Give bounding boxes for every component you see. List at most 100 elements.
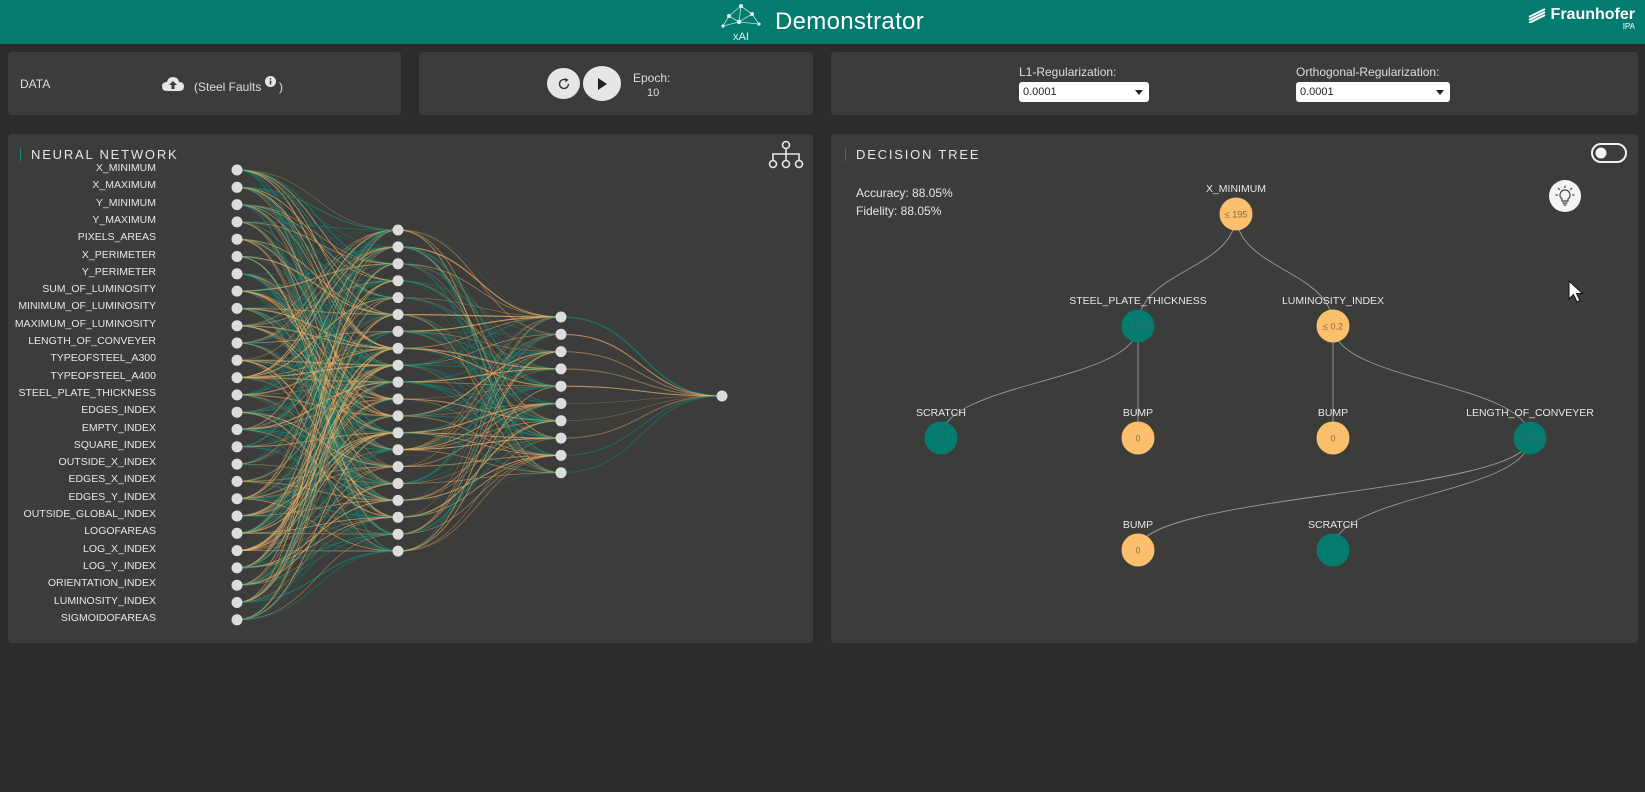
hidden-node[interactable] — [392, 494, 404, 506]
epoch-label: Epoch: — [633, 71, 671, 85]
hidden-node[interactable] — [555, 449, 567, 461]
orthogonal-regularization-select[interactable]: 0.0001 — [1296, 82, 1450, 102]
input-node[interactable] — [231, 441, 243, 453]
input-node[interactable] — [231, 597, 243, 608]
input-node[interactable] — [231, 233, 243, 245]
input-node[interactable] — [231, 337, 243, 349]
tree-node[interactable]: SCRATCH 1 — [916, 407, 966, 455]
tree-node-value: 0 — [1135, 434, 1140, 444]
network-graph — [231, 164, 728, 626]
input-node[interactable] — [231, 199, 243, 211]
hidden-node[interactable] — [392, 359, 404, 371]
hidden-node[interactable] — [392, 376, 404, 388]
hidden-node[interactable] — [392, 427, 404, 439]
hidden-node[interactable] — [392, 461, 404, 473]
input-node[interactable] — [231, 458, 243, 470]
hidden-node[interactable] — [392, 325, 404, 337]
hidden-node[interactable] — [392, 528, 404, 540]
hidden-node[interactable] — [555, 380, 567, 392]
hidden-node[interactable] — [555, 328, 567, 340]
network-edge — [397, 229, 562, 318]
input-node[interactable] — [231, 475, 243, 487]
tree-node-label: SCRATCH — [916, 407, 966, 419]
network-edge — [560, 368, 723, 397]
input-node[interactable] — [231, 320, 243, 332]
input-node[interactable] — [231, 614, 243, 626]
l1-regularization-value: 0.0001 — [1023, 86, 1057, 98]
tree-node[interactable]: BUMP 0 — [1121, 519, 1155, 567]
tree-node[interactable]: SCRATCH 1 — [1308, 519, 1358, 567]
input-node[interactable] — [231, 268, 243, 280]
input-node[interactable] — [231, 579, 243, 591]
input-node[interactable] — [231, 181, 243, 193]
hidden-node[interactable] — [392, 545, 404, 557]
network-edges — [236, 169, 723, 621]
tree-node[interactable]: LUMINOSITY_INDEX ≤ 0.2 — [1282, 295, 1384, 343]
decision-tree-panel: DECISION TREE Accuracy: 88.05% Fidelity:… — [831, 134, 1638, 643]
orthogonal-regularization-label: Orthogonal-Regularization: — [1296, 65, 1440, 79]
reset-button[interactable] — [547, 68, 580, 99]
input-node[interactable] — [231, 545, 243, 557]
input-node[interactable] — [231, 389, 243, 401]
input-node[interactable] — [231, 510, 243, 522]
network-edge — [397, 246, 562, 318]
tree-node-value: ≤ 195 — [1225, 210, 1247, 220]
tree-node[interactable]: BUMP 0 — [1316, 407, 1350, 455]
tree-node-label: SCRATCH — [1308, 519, 1358, 531]
tree-edge — [940, 325, 1139, 439]
output-node[interactable] — [716, 390, 728, 402]
hidden-node[interactable] — [392, 224, 404, 236]
input-node[interactable] — [231, 354, 243, 366]
hidden-node[interactable] — [392, 511, 404, 523]
hidden-node[interactable] — [555, 467, 567, 479]
hidden-node[interactable] — [392, 410, 404, 422]
tree-node[interactable]: LENGTH_OF_CONVEYER ≤ 1370 — [1466, 407, 1594, 455]
hidden-node[interactable] — [392, 478, 404, 489]
data-panel: DATA (Steel Faults ) — [8, 52, 401, 115]
hidden-node[interactable] — [555, 398, 567, 409]
input-node[interactable] — [231, 285, 243, 297]
hidden-node[interactable] — [555, 363, 567, 375]
tree-node-value: 0 — [1135, 546, 1140, 556]
input-node[interactable] — [231, 164, 243, 176]
input-node[interactable] — [231, 372, 243, 384]
play-button[interactable] — [583, 66, 621, 101]
hidden-node[interactable] — [392, 444, 404, 456]
input-node[interactable] — [231, 216, 243, 228]
hidden-node[interactable] — [392, 292, 404, 304]
hidden-node[interactable] — [555, 346, 567, 358]
training-panel: Epoch: 10 — [419, 52, 813, 115]
network-edge — [560, 395, 723, 474]
tree-node[interactable]: STEEL_PLATE_THICKNESS ≤ 75.0 — [1069, 295, 1207, 343]
fraunhofer-mark-icon — [1528, 8, 1545, 23]
input-node[interactable] — [231, 251, 243, 262]
hidden-node[interactable] — [392, 393, 404, 405]
hidden-node[interactable] — [555, 415, 567, 427]
info-icon[interactable] — [264, 76, 276, 87]
tree-node-label: BUMP — [1318, 407, 1348, 419]
dataset-close: ) — [279, 80, 284, 94]
hidden-node[interactable] — [392, 342, 404, 354]
l1-regularization-select[interactable]: 0.0001 — [1019, 82, 1149, 102]
hidden-node[interactable] — [555, 311, 567, 323]
mouse-cursor-icon — [1568, 280, 1584, 303]
hidden-node[interactable] — [392, 275, 404, 287]
dataset-name: (Steel Faults ) — [194, 76, 283, 94]
input-node[interactable] — [231, 424, 243, 435]
hidden-node[interactable] — [392, 241, 404, 253]
tree-node[interactable]: X_MINIMUM ≤ 195 — [1206, 183, 1266, 231]
input-node[interactable] — [231, 302, 243, 314]
reset-icon — [558, 77, 569, 89]
input-node[interactable] — [231, 562, 243, 574]
hidden-node[interactable] — [555, 432, 567, 444]
input-node[interactable] — [231, 527, 243, 539]
dataset-label[interactable]: (Steel Faults — [194, 80, 261, 94]
hidden-node[interactable] — [392, 258, 404, 270]
hidden-node[interactable] — [392, 309, 404, 320]
input-node[interactable] — [231, 493, 243, 505]
cloud-upload-icon[interactable] — [162, 76, 184, 92]
tree-node[interactable]: BUMP 0 — [1121, 407, 1155, 455]
play-icon — [598, 77, 607, 90]
tree-node-label: BUMP — [1123, 407, 1153, 419]
input-node[interactable] — [231, 406, 243, 418]
